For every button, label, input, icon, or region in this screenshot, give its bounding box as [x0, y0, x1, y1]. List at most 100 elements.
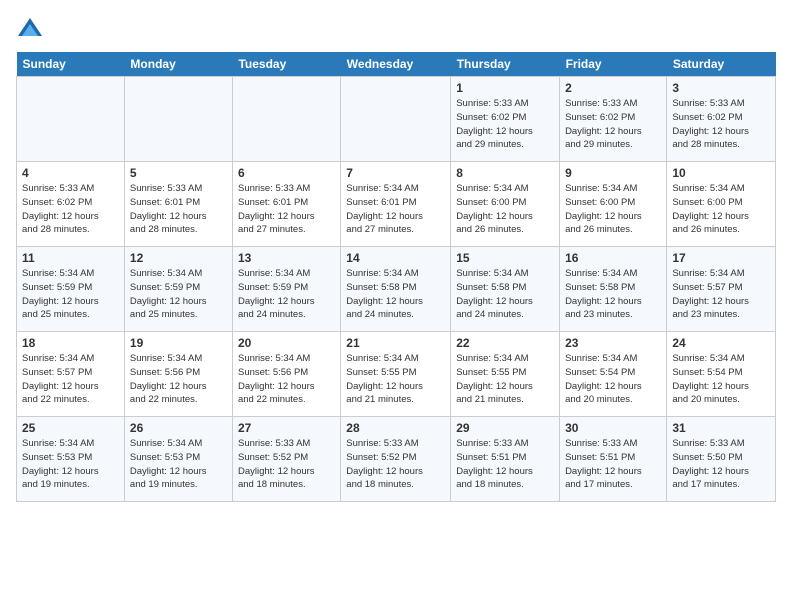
calendar-cell: 2 Sunrise: 5:33 AMSunset: 6:02 PMDaylight… — [560, 77, 667, 162]
day-info: Sunrise: 5:34 AMSunset: 5:59 PMDaylight:… — [238, 267, 335, 322]
calendar-cell: 13 Sunrise: 5:34 AMSunset: 5:59 PMDayligh… — [232, 247, 340, 332]
day-info: Sunrise: 5:33 AMSunset: 6:02 PMDaylight:… — [672, 97, 770, 152]
header-cell-wednesday: Wednesday — [341, 52, 451, 77]
calendar-cell: 26 Sunrise: 5:34 AMSunset: 5:53 PMDayligh… — [124, 417, 232, 502]
day-number: 15 — [456, 251, 554, 265]
logo — [16, 16, 48, 44]
calendar-week-2: 4Sunrise: 5:33 AMSunset: 6:02 PMDaylight… — [17, 162, 776, 247]
day-info: Sunrise: 5:33 AMSunset: 6:01 PMDaylight:… — [238, 182, 335, 237]
day-number: 3 — [672, 81, 770, 95]
calendar-week-4: 18 Sunrise: 5:34 AMSunset: 5:57 PMDayligh… — [17, 332, 776, 417]
calendar-cell: 21 Sunrise: 5:34 AMSunset: 5:55 PMDayligh… — [341, 332, 451, 417]
calendar-cell: 19 Sunrise: 5:34 AMSunset: 5:56 PMDayligh… — [124, 332, 232, 417]
day-info: Sunrise: 5:34 AMSunset: 5:56 PMDaylight:… — [130, 352, 227, 407]
calendar-cell: 16 Sunrise: 5:34 AMSunset: 5:58 PMDayligh… — [560, 247, 667, 332]
calendar-cell: 6 Sunrise: 5:33 AMSunset: 6:01 PMDaylight… — [232, 162, 340, 247]
calendar-cell: 14Sunrise: 5:34 AMSunset: 5:58 PMDayligh… — [341, 247, 451, 332]
calendar-week-3: 11 Sunrise: 5:34 AMSunset: 5:59 PMDayligh… — [17, 247, 776, 332]
day-number: 26 — [130, 421, 227, 435]
day-info: Sunrise: 5:33 AMSunset: 6:02 PMDaylight:… — [22, 182, 119, 237]
day-number: 2 — [565, 81, 661, 95]
day-info: Sunrise: 5:34 AMSunset: 5:58 PMDaylight:… — [456, 267, 554, 322]
day-number: 31 — [672, 421, 770, 435]
calendar-cell: 17 Sunrise: 5:34 AMSunset: 5:57 PMDayligh… — [667, 247, 776, 332]
day-info: Sunrise: 5:33 AMSunset: 5:52 PMDaylight:… — [238, 437, 335, 492]
calendar-cell: 12Sunrise: 5:34 AMSunset: 5:59 PMDayligh… — [124, 247, 232, 332]
calendar-cell — [341, 77, 451, 162]
header-cell-friday: Friday — [560, 52, 667, 77]
header-cell-sunday: Sunday — [17, 52, 125, 77]
calendar-body: 1 Sunrise: 5:33 AMSunset: 6:02 PMDaylight… — [17, 77, 776, 502]
calendar-cell: 29 Sunrise: 5:33 AMSunset: 5:51 PMDayligh… — [451, 417, 560, 502]
day-number: 30 — [565, 421, 661, 435]
day-number: 17 — [672, 251, 770, 265]
day-info: Sunrise: 5:34 AMSunset: 5:58 PMDaylight:… — [565, 267, 661, 322]
day-number: 25 — [22, 421, 119, 435]
calendar-cell: 24 Sunrise: 5:34 AMSunset: 5:54 PMDayligh… — [667, 332, 776, 417]
calendar-table: SundayMondayTuesdayWednesdayThursdayFrid… — [16, 52, 776, 502]
day-number: 16 — [565, 251, 661, 265]
day-number: 20 — [238, 336, 335, 350]
day-number: 22 — [456, 336, 554, 350]
calendar-header: SundayMondayTuesdayWednesdayThursdayFrid… — [17, 52, 776, 77]
day-number: 7 — [346, 166, 445, 180]
header-cell-saturday: Saturday — [667, 52, 776, 77]
calendar-cell: 5Sunrise: 5:33 AMSunset: 6:01 PMDaylight… — [124, 162, 232, 247]
calendar-cell: 30 Sunrise: 5:33 AMSunset: 5:51 PMDayligh… — [560, 417, 667, 502]
day-number: 9 — [565, 166, 661, 180]
day-number: 13 — [238, 251, 335, 265]
calendar-cell — [232, 77, 340, 162]
calendar-cell: 22 Sunrise: 5:34 AMSunset: 5:55 PMDayligh… — [451, 332, 560, 417]
day-number: 19 — [130, 336, 227, 350]
calendar-week-1: 1 Sunrise: 5:33 AMSunset: 6:02 PMDaylight… — [17, 77, 776, 162]
day-number: 28 — [346, 421, 445, 435]
calendar-cell: 9 Sunrise: 5:34 AMSunset: 6:00 PMDaylight… — [560, 162, 667, 247]
header-cell-monday: Monday — [124, 52, 232, 77]
day-info: Sunrise: 5:34 AMSunset: 5:59 PMDaylight:… — [22, 267, 119, 322]
day-info: Sunrise: 5:34 AMSunset: 5:57 PMDaylight:… — [672, 267, 770, 322]
day-number: 10 — [672, 166, 770, 180]
day-info: Sunrise: 5:33 AMSunset: 6:02 PMDaylight:… — [565, 97, 661, 152]
day-number: 14 — [346, 251, 445, 265]
calendar-cell: 8Sunrise: 5:34 AMSunset: 6:00 PMDaylight… — [451, 162, 560, 247]
calendar-cell: 27 Sunrise: 5:33 AMSunset: 5:52 PMDayligh… — [232, 417, 340, 502]
calendar-cell: 7 Sunrise: 5:34 AMSunset: 6:01 PMDaylight… — [341, 162, 451, 247]
calendar-cell: 18 Sunrise: 5:34 AMSunset: 5:57 PMDayligh… — [17, 332, 125, 417]
day-number: 11 — [22, 251, 119, 265]
day-info: Sunrise: 5:34 AMSunset: 6:00 PMDaylight:… — [565, 182, 661, 237]
calendar-cell: 11 Sunrise: 5:34 AMSunset: 5:59 PMDayligh… — [17, 247, 125, 332]
day-number: 21 — [346, 336, 445, 350]
calendar-cell: 10 Sunrise: 5:34 AMSunset: 6:00 PMDayligh… — [667, 162, 776, 247]
day-number: 27 — [238, 421, 335, 435]
day-info: Sunrise: 5:34 AMSunset: 6:00 PMDaylight:… — [672, 182, 770, 237]
day-info: Sunrise: 5:34 AMSunset: 6:01 PMDaylight:… — [346, 182, 445, 237]
day-info: Sunrise: 5:33 AMSunset: 6:02 PMDaylight:… — [456, 97, 554, 152]
header-cell-thursday: Thursday — [451, 52, 560, 77]
day-number: 24 — [672, 336, 770, 350]
calendar-cell: 28Sunrise: 5:33 AMSunset: 5:52 PMDayligh… — [341, 417, 451, 502]
day-info: Sunrise: 5:34 AMSunset: 5:56 PMDaylight:… — [238, 352, 335, 407]
day-number: 29 — [456, 421, 554, 435]
day-number: 1 — [456, 81, 554, 95]
day-info: Sunrise: 5:34 AMSunset: 5:54 PMDaylight:… — [565, 352, 661, 407]
day-info: Sunrise: 5:34 AMSunset: 5:53 PMDaylight:… — [130, 437, 227, 492]
calendar-cell — [17, 77, 125, 162]
day-number: 18 — [22, 336, 119, 350]
calendar-cell: 3 Sunrise: 5:33 AMSunset: 6:02 PMDaylight… — [667, 77, 776, 162]
day-info: Sunrise: 5:33 AMSunset: 5:51 PMDaylight:… — [456, 437, 554, 492]
day-info: Sunrise: 5:34 AMSunset: 5:55 PMDaylight:… — [346, 352, 445, 407]
day-number: 23 — [565, 336, 661, 350]
day-info: Sunrise: 5:34 AMSunset: 5:55 PMDaylight:… — [456, 352, 554, 407]
day-info: Sunrise: 5:33 AMSunset: 5:51 PMDaylight:… — [565, 437, 661, 492]
calendar-cell: 4Sunrise: 5:33 AMSunset: 6:02 PMDaylight… — [17, 162, 125, 247]
day-number: 6 — [238, 166, 335, 180]
logo-icon — [16, 16, 44, 44]
day-info: Sunrise: 5:33 AMSunset: 5:50 PMDaylight:… — [672, 437, 770, 492]
calendar-cell: 1 Sunrise: 5:33 AMSunset: 6:02 PMDaylight… — [451, 77, 560, 162]
calendar-cell — [124, 77, 232, 162]
day-info: Sunrise: 5:34 AMSunset: 5:54 PMDaylight:… — [672, 352, 770, 407]
day-info: Sunrise: 5:34 AMSunset: 5:57 PMDaylight:… — [22, 352, 119, 407]
day-number: 5 — [130, 166, 227, 180]
calendar-cell: 15 Sunrise: 5:34 AMSunset: 5:58 PMDayligh… — [451, 247, 560, 332]
calendar-cell: 20 Sunrise: 5:34 AMSunset: 5:56 PMDayligh… — [232, 332, 340, 417]
